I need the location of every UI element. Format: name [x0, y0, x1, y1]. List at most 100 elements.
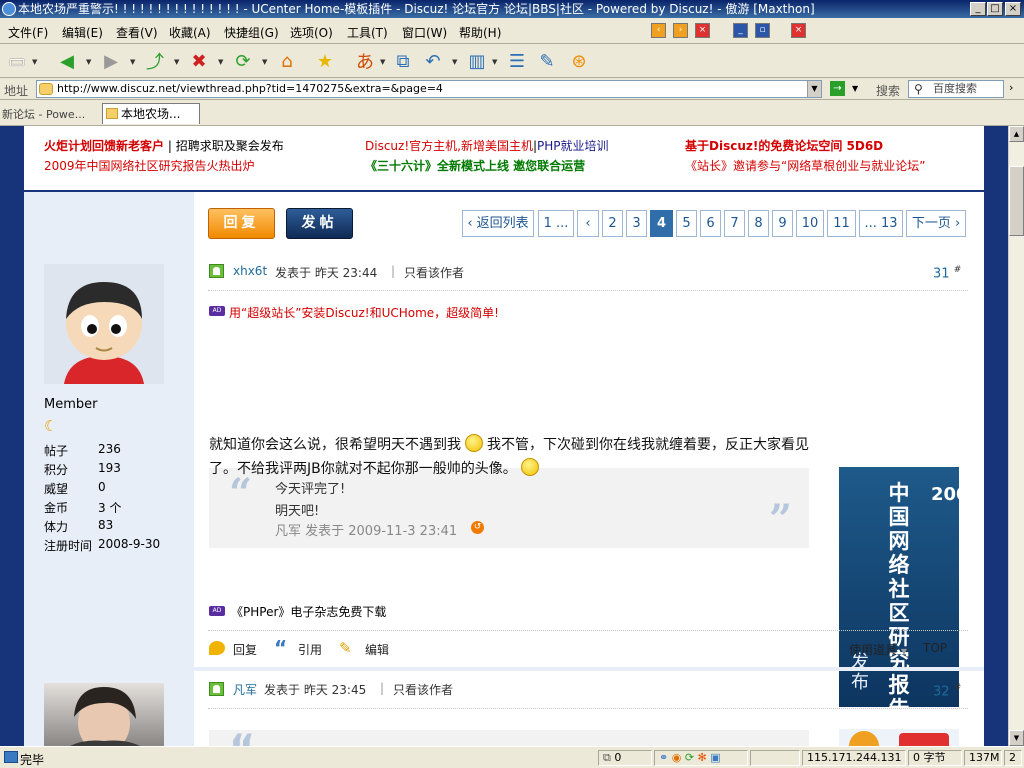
- go-icon[interactable]: →: [830, 81, 845, 96]
- page-2[interactable]: 2: [602, 210, 623, 237]
- scroll-down-icon[interactable]: ▼: [1009, 730, 1024, 746]
- post31-author-link[interactable]: xhx6t: [233, 264, 267, 278]
- menu-edit[interactable]: 编辑(E): [62, 24, 103, 41]
- vertical-scrollbar[interactable]: ▲ ▼: [1008, 126, 1024, 746]
- close-button[interactable]: ×: [1005, 2, 1021, 16]
- maximize-button[interactable]: □: [987, 2, 1003, 16]
- quote-jump-icon[interactable]: ↺: [471, 521, 484, 534]
- page-5[interactable]: 5: [676, 210, 697, 237]
- restore-down-icon[interactable]: _: [733, 23, 748, 38]
- post32-banner-image[interactable]: [839, 729, 959, 746]
- page-9[interactable]: 9: [772, 210, 793, 237]
- page-4-current[interactable]: 4: [650, 210, 673, 237]
- new-post-button[interactable]: 发帖: [286, 208, 353, 239]
- post31-edit-link[interactable]: 编辑: [365, 641, 389, 658]
- post32-only-author-link[interactable]: 只看该作者: [393, 681, 453, 698]
- up-dropdown-icon[interactable]: ▼: [174, 58, 179, 66]
- menu-options[interactable]: 选项(O): [290, 24, 333, 41]
- status-blocked-count[interactable]: ⧉ 0: [598, 750, 652, 766]
- search-input[interactable]: ⚲ 百度搜索: [908, 80, 1004, 98]
- page-13[interactable]: ... 13: [859, 210, 903, 237]
- menu-view[interactable]: 查看(V): [116, 24, 158, 41]
- columns-icon[interactable]: ▥: [464, 48, 490, 74]
- menu-file[interactable]: 文件(F): [8, 24, 48, 41]
- sync-icon[interactable]: ⟳: [685, 751, 694, 764]
- page-7[interactable]: 7: [724, 210, 745, 237]
- translate-dropdown-icon[interactable]: ▼: [380, 58, 385, 66]
- network-icon[interactable]: ⚭: [659, 751, 668, 764]
- menu-groups[interactable]: 快捷组(G): [224, 24, 279, 41]
- url-input[interactable]: http://www.discuz.net/viewthread.php?tid…: [36, 80, 822, 98]
- tile-icon[interactable]: ▫: [755, 23, 770, 38]
- list-icon[interactable]: ☰: [504, 48, 530, 74]
- columns-dropdown-icon[interactable]: ▼: [492, 58, 497, 66]
- go-dropdown-icon[interactable]: ▼: [852, 84, 858, 93]
- gear-icon[interactable]: ✻: [698, 751, 707, 764]
- page-11[interactable]: 11: [827, 210, 856, 237]
- edit-pencil-icon[interactable]: ✎: [339, 639, 355, 657]
- post32-avatar[interactable]: [44, 683, 164, 746]
- post31-floor[interactable]: 31 #: [933, 265, 961, 281]
- flash-icon[interactable]: ◉: [672, 751, 682, 764]
- rss-icon[interactable]: ⊛: [566, 48, 592, 74]
- menu-window[interactable]: 窗口(W): [402, 24, 447, 41]
- page-10[interactable]: 10: [796, 210, 824, 237]
- back-to-list-button[interactable]: ‹ 返回列表: [462, 210, 534, 237]
- page-3[interactable]: 3: [626, 210, 647, 237]
- quote-icon[interactable]: “: [274, 638, 290, 658]
- post31-avatar[interactable]: [44, 264, 164, 384]
- ad-link-36[interactable]: 《三十六计》全新模式上线 邀您联合运营: [365, 157, 585, 174]
- forward-dropdown-icon[interactable]: ▼: [130, 58, 135, 66]
- status-memory[interactable]: 137M: [964, 750, 1002, 766]
- forward-icon[interactable]: ▶: [98, 48, 124, 74]
- tab-other[interactable]: 新论坛 - Powe...: [2, 106, 85, 122]
- ad-link-torch[interactable]: 火炬计划回馈新老客户: [44, 139, 164, 153]
- reply-button[interactable]: 回复: [208, 208, 275, 239]
- close-tab-icon[interactable]: ×: [695, 23, 710, 38]
- next-page-button[interactable]: 下一页 ›: [906, 210, 966, 237]
- new-page-icon[interactable]: ▭: [4, 48, 30, 74]
- new-dropdown-icon[interactable]: ▼: [32, 58, 37, 66]
- post31-quote-link[interactable]: 引用: [298, 641, 322, 658]
- translate-icon[interactable]: あ: [352, 48, 378, 74]
- favorites-star-icon[interactable]: ★: [312, 48, 338, 74]
- ad-link-report[interactable]: 2009年中国网络社区研究报告火热出炉: [44, 157, 255, 174]
- ad-link-zhanzhang[interactable]: 《站长》邀请参与“网络草根创业与就业论坛”: [685, 157, 925, 174]
- refresh-icon[interactable]: ⟳: [230, 48, 256, 74]
- ad-link-jobs[interactable]: | 招聘求职及聚会发布: [168, 139, 284, 153]
- post31-inline-ad[interactable]: 用“超级站长”安装Discuz!和UCHome，超级简单!: [229, 304, 499, 321]
- post31-bottom-ad[interactable]: 《PHPer》电子杂志免费下载: [231, 603, 386, 620]
- post31-reply-link[interactable]: 回复: [233, 641, 257, 658]
- home-icon[interactable]: ⌂: [274, 48, 300, 74]
- minimize-button[interactable]: _: [970, 2, 986, 16]
- post32-author-link[interactable]: 凡军: [233, 681, 257, 698]
- ad-link-5d6d[interactable]: 基于Discuz!的免费论坛空间 5D6D: [685, 137, 883, 154]
- page-1[interactable]: 1 ...: [538, 210, 574, 237]
- reply-bubble-icon[interactable]: [209, 641, 225, 655]
- undo-dropdown-icon[interactable]: ▼: [452, 58, 457, 66]
- post31-only-author-link[interactable]: 只看该作者: [404, 264, 464, 281]
- menu-favorites[interactable]: 收藏(A): [169, 24, 211, 41]
- page-prev[interactable]: ‹: [577, 210, 599, 237]
- back-dropdown-icon[interactable]: ▼: [86, 58, 91, 66]
- post31-top-link[interactable]: TOP: [923, 641, 947, 655]
- scroll-thumb[interactable]: [1009, 166, 1024, 236]
- scroll-up-icon[interactable]: ▲: [1009, 126, 1024, 142]
- ad-link-php[interactable]: PHP就业培训: [537, 139, 609, 153]
- menu-help[interactable]: 帮助(H): [459, 24, 501, 41]
- page-8[interactable]: 8: [748, 210, 769, 237]
- menu-tools[interactable]: 工具(T): [347, 24, 388, 41]
- page-6[interactable]: 6: [700, 210, 721, 237]
- report-banner-image[interactable]: 中国网络社区研究报告 2009 发布: [839, 467, 959, 707]
- ad-link-hosting[interactable]: Discuz!官方主机,新增美国主机: [365, 139, 533, 153]
- url-dropdown-icon[interactable]: ▼: [807, 81, 821, 97]
- undo-close-icon[interactable]: ↶: [420, 48, 446, 74]
- stop-icon[interactable]: ✖: [186, 48, 212, 74]
- notes-icon[interactable]: ✎: [534, 48, 560, 74]
- refresh-dropdown-icon[interactable]: ▼: [262, 58, 267, 66]
- window-icon[interactable]: ⧉: [390, 48, 416, 74]
- up-icon[interactable]: ⤴: [142, 48, 168, 74]
- close-all-icon[interactable]: ×: [791, 23, 806, 38]
- tab-active[interactable]: 本地农场...: [102, 103, 200, 124]
- search-more-icon[interactable]: ›: [1009, 81, 1013, 94]
